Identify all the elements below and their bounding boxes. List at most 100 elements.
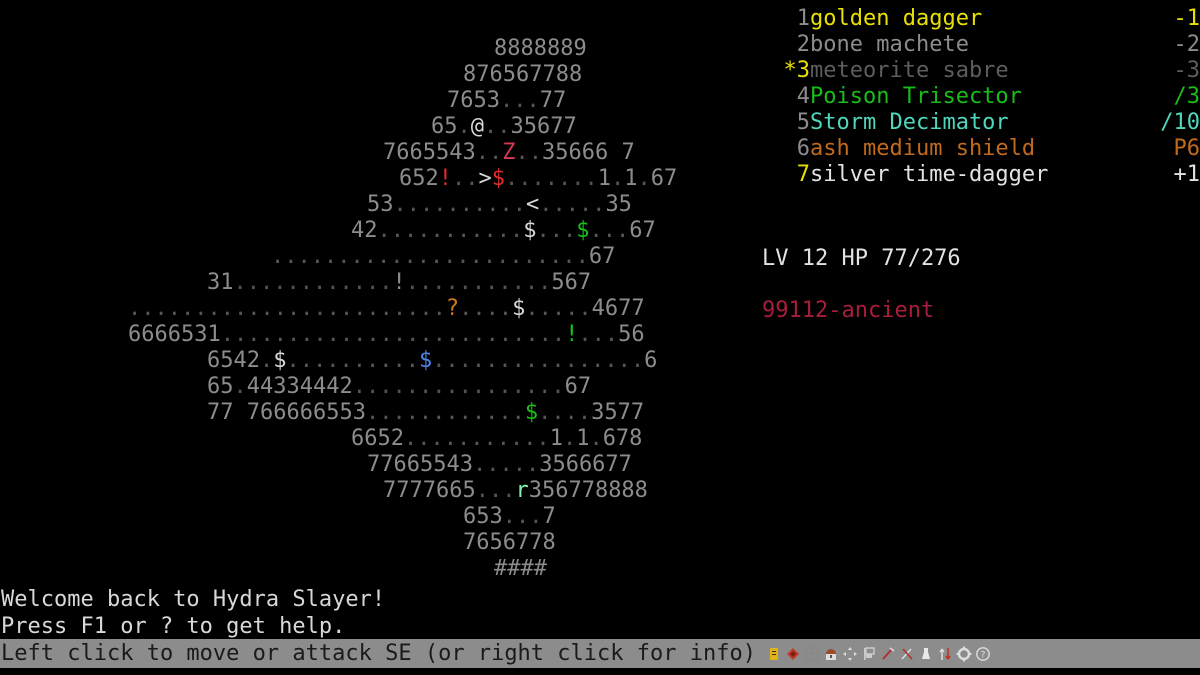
map-glyphs[interactable]: 35666 7 (542, 140, 635, 165)
map-row[interactable]: ........................67 (0, 244, 760, 270)
map-glyphs[interactable]: .. (484, 114, 511, 139)
scroll-icon[interactable] (766, 646, 782, 662)
chest-icon[interactable] (823, 646, 839, 662)
map-glyphs[interactable]: ........................ (128, 296, 446, 321)
map-glyphs[interactable]: 356778888 (529, 478, 648, 503)
map-glyphs[interactable]: 653 (463, 504, 503, 529)
map-glyphs[interactable]: 67 (629, 218, 656, 243)
map-glyphs[interactable]: $ (419, 348, 432, 373)
map-glyphs[interactable]: 7653 (447, 88, 500, 113)
flag-icon[interactable] (861, 646, 877, 662)
map-glyphs[interactable]: 678 (603, 426, 643, 451)
map-row[interactable]: 77 766666553............$....3577 (0, 400, 760, 426)
map-glyphs[interactable]: ........... (406, 270, 552, 295)
map-glyphs[interactable]: 4677 (592, 296, 645, 321)
map-glyphs[interactable]: ... (476, 478, 516, 503)
map-glyphs[interactable]: ....... (505, 166, 598, 191)
map-glyphs[interactable]: $ (525, 400, 538, 425)
map-glyphs[interactable]: .. (476, 140, 503, 165)
map-glyphs[interactable]: Z (502, 140, 515, 165)
map-glyphs[interactable]: . (260, 348, 273, 373)
map-row[interactable]: 77665543.....3566677 (0, 452, 760, 478)
map-glyphs[interactable]: $ (512, 296, 525, 321)
map-glyphs[interactable]: .. (452, 166, 479, 191)
map-glyphs[interactable]: ............ (366, 400, 525, 425)
map-glyphs[interactable]: ... (503, 504, 543, 529)
map-glyphs[interactable]: 77 (540, 88, 567, 113)
map-glyphs[interactable]: 31 (207, 270, 234, 295)
map-glyphs[interactable]: ! (565, 322, 578, 347)
help-icon[interactable]: ? (975, 646, 991, 662)
map-row[interactable]: 31............!...........567 (0, 270, 760, 296)
map-glyphs[interactable]: 1 (576, 426, 589, 451)
map-row[interactable]: 653...7 (0, 504, 760, 530)
map-glyphs[interactable]: .. (515, 140, 542, 165)
inventory-item[interactable]: 4 Poison Trisector/3 (762, 84, 1200, 110)
map-glyphs[interactable]: ... (578, 322, 618, 347)
map-glyphs[interactable]: 6542 (207, 348, 260, 373)
map-glyphs[interactable]: . (611, 166, 624, 191)
map-glyphs[interactable]: ..... (473, 452, 539, 477)
map-glyphs[interactable]: . (458, 114, 471, 139)
map-row[interactable]: 65.44334442................67 (0, 374, 760, 400)
map-glyphs[interactable]: 8888889 (494, 36, 587, 61)
map-row[interactable]: 6542.$..........$................6 (0, 348, 760, 374)
map-glyphs[interactable]: #### (494, 556, 547, 581)
map-glyphs[interactable]: 7 (543, 504, 556, 529)
map-glyphs[interactable]: 1 (598, 166, 611, 191)
map-glyphs[interactable]: ............ (234, 270, 393, 295)
sword-pair-icon[interactable] (899, 646, 915, 662)
map-glyphs[interactable]: 42 (351, 218, 378, 243)
map-glyphs[interactable]: 3577 (591, 400, 644, 425)
arrows-updown-icon[interactable] (937, 646, 953, 662)
map-glyphs[interactable]: 35677 (511, 114, 577, 139)
map-glyphs[interactable]: ........................ (271, 244, 589, 269)
map-row[interactable]: 7653...77 (0, 88, 760, 114)
map-row[interactable]: 7656778 (0, 530, 760, 556)
map-row[interactable]: 42...........$...$...67 (0, 218, 760, 244)
move-arrows-icon[interactable] (842, 646, 858, 662)
inventory-item[interactable]: *3 meteorite sabre -3 (762, 58, 1200, 84)
map-glyphs[interactable]: 67 (565, 374, 592, 399)
map-glyphs[interactable]: 1 (550, 426, 563, 451)
map-glyphs[interactable]: 1 (624, 166, 637, 191)
map-glyphs[interactable]: 67 (651, 166, 678, 191)
map-row[interactable]: 7665543..Z..35666 7 (0, 140, 760, 166)
map-glyphs[interactable]: ... (500, 88, 540, 113)
map-glyphs[interactable]: .... (538, 400, 591, 425)
map-glyphs[interactable]: 7656778 (463, 530, 556, 555)
map-glyphs[interactable]: .......... (286, 348, 418, 373)
sword-red-icon[interactable] (880, 646, 896, 662)
map-glyphs[interactable]: 7777665 (383, 478, 476, 503)
map-glyphs[interactable]: $ (576, 218, 589, 243)
map-glyphs[interactable]: .......... (394, 192, 526, 217)
grid-map-icon[interactable] (804, 646, 820, 662)
toolbar-icons[interactable]: ? (766, 646, 991, 662)
gem-icon[interactable] (785, 646, 801, 662)
map-glyphs[interactable]: . (637, 166, 650, 191)
map-glyphs[interactable]: ........... (378, 218, 524, 243)
map-row[interactable]: 876567788 (0, 62, 760, 88)
inventory-item[interactable]: 1 golden dagger -1 (762, 6, 1200, 32)
map-glyphs[interactable]: ! (439, 166, 452, 191)
map-glyphs[interactable]: 567 (551, 270, 591, 295)
map-glyphs[interactable]: 44334442 (247, 374, 353, 399)
map-glyphs[interactable]: ................ (353, 374, 565, 399)
map-glyphs[interactable]: 65 (207, 374, 234, 399)
map-glyphs[interactable]: 56 (618, 322, 645, 347)
map-glyphs[interactable]: .......................... (221, 322, 565, 347)
map-row[interactable]: 65.@..35677 (0, 114, 760, 140)
map-glyphs[interactable]: ... (536, 218, 576, 243)
map-glyphs[interactable]: 6666531 (128, 322, 221, 347)
inventory-item[interactable]: 7 silver time-dagger +1 (762, 162, 1200, 188)
map-glyphs[interactable]: ..... (539, 192, 605, 217)
potion-icon[interactable] (918, 646, 934, 662)
map-glyphs[interactable]: $ (273, 348, 286, 373)
map-glyphs[interactable]: 77 766666553 (207, 400, 366, 425)
map-glyphs[interactable]: ........... (404, 426, 550, 451)
map-glyphs[interactable]: < (526, 192, 539, 217)
map-glyphs[interactable]: r (515, 478, 528, 503)
map-glyphs[interactable]: 35 (605, 192, 632, 217)
map-glyphs[interactable]: $ (523, 218, 536, 243)
map-glyphs[interactable]: @ (471, 114, 484, 139)
